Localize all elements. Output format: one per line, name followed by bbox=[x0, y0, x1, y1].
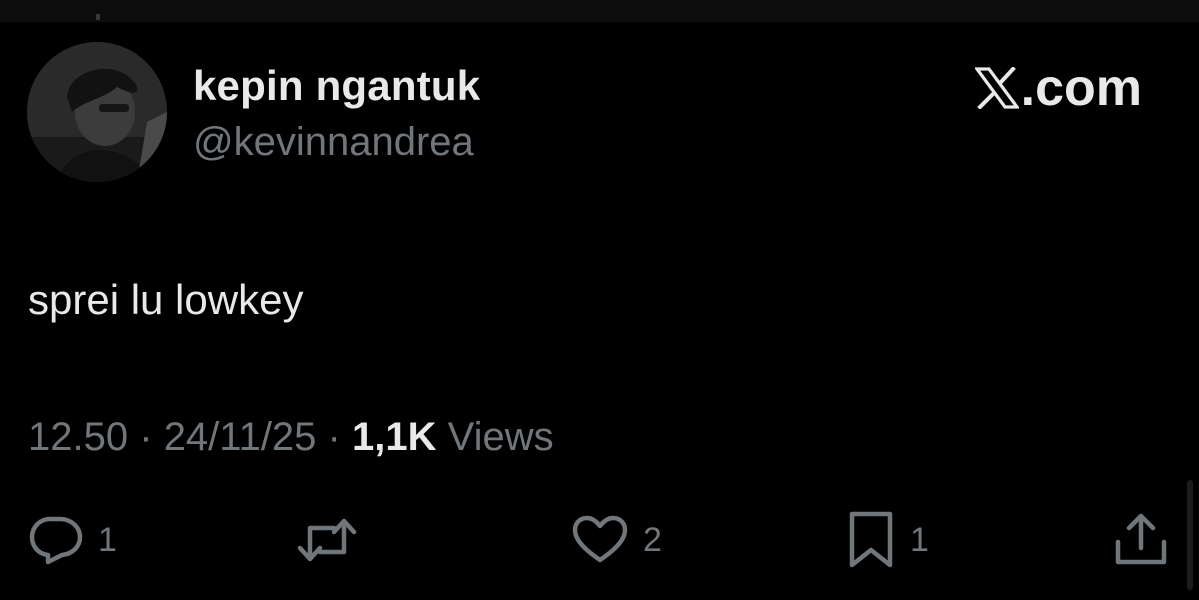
tweet-date[interactable]: 24/11/25 bbox=[164, 415, 317, 459]
brand-logo: .com bbox=[974, 58, 1142, 118]
avatar-photo bbox=[27, 42, 167, 182]
tweet-text: sprei lu lowkey bbox=[28, 276, 304, 323]
meta-separator: · bbox=[327, 415, 341, 459]
retweet-button[interactable] bbox=[296, 510, 358, 570]
brand-domain-suffix: .com bbox=[1020, 59, 1142, 117]
views-count[interactable]: 1,1K bbox=[352, 415, 437, 459]
author-display-name[interactable]: kepin ngantuk bbox=[193, 62, 480, 110]
bookmark-count: 1 bbox=[910, 520, 929, 559]
x-logo-icon bbox=[974, 67, 1019, 109]
top-bar-marker bbox=[96, 14, 100, 20]
like-count: 2 bbox=[643, 520, 662, 559]
reply-button[interactable]: 1 bbox=[28, 510, 117, 570]
bookmark-button[interactable]: 1 bbox=[846, 510, 929, 570]
like-button[interactable]: 2 bbox=[571, 510, 662, 570]
share-button[interactable] bbox=[1113, 510, 1169, 570]
top-bar bbox=[0, 0, 1199, 22]
bookmark-icon bbox=[849, 511, 893, 568]
reply-count: 1 bbox=[98, 520, 117, 559]
meta-separator: · bbox=[139, 415, 153, 459]
heart-icon bbox=[572, 515, 628, 563]
share-icon bbox=[1115, 513, 1167, 565]
tweet-time[interactable]: 12.50 bbox=[28, 415, 128, 459]
scrollbar[interactable] bbox=[1187, 480, 1193, 590]
reply-icon bbox=[29, 516, 83, 565]
avatar[interactable] bbox=[27, 42, 167, 182]
retweet-icon bbox=[297, 518, 357, 562]
views-label[interactable]: Views bbox=[448, 415, 554, 459]
author-handle[interactable]: @kevinnandrea bbox=[193, 120, 474, 165]
tweet-meta: 12.50 · 24/11/25 · 1,1K Views bbox=[28, 415, 554, 460]
